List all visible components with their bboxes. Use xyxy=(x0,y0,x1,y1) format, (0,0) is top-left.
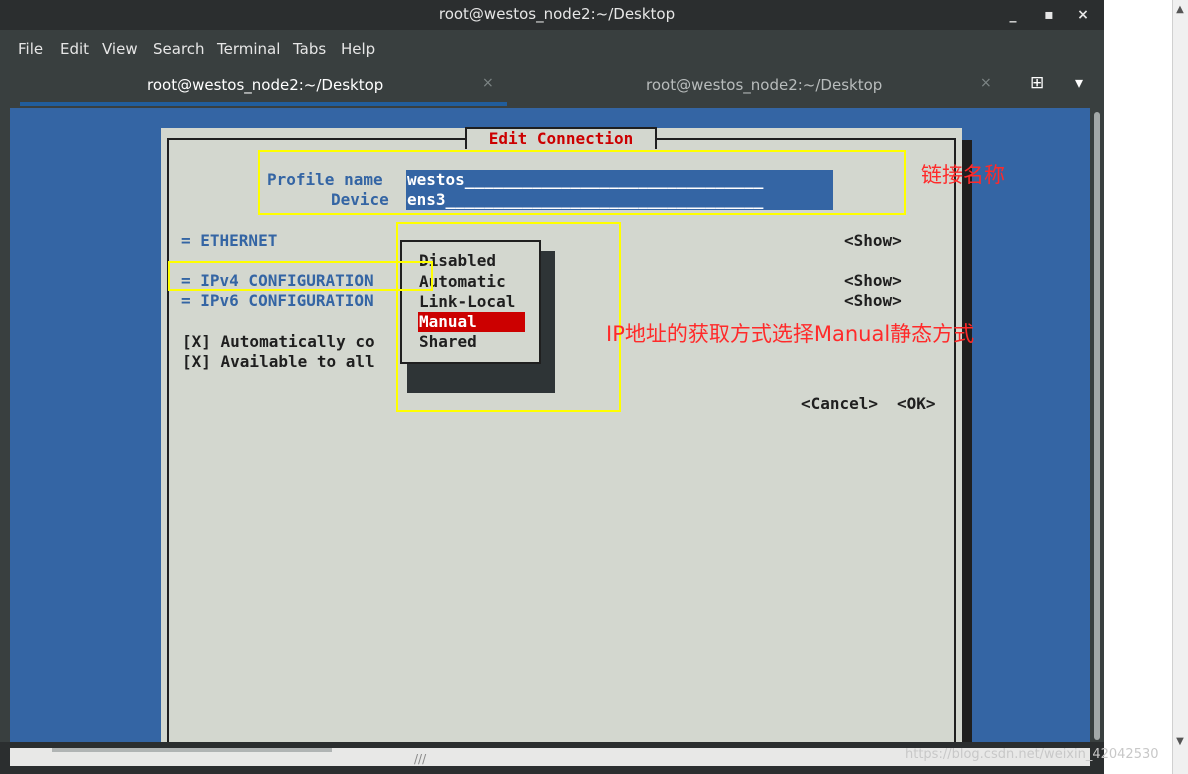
dialog-title: Edit Connection xyxy=(465,127,657,149)
menu-tabs[interactable]: Tabs xyxy=(293,40,326,58)
tab-close-icon[interactable]: × xyxy=(980,75,992,91)
menu-edit[interactable]: Edit xyxy=(60,40,89,58)
menu-search[interactable]: Search xyxy=(153,40,205,58)
active-tab-indicator xyxy=(20,102,507,106)
menu-file[interactable]: File xyxy=(18,40,43,58)
popup-highlight-box xyxy=(396,222,621,412)
cancel-button[interactable]: <Cancel> xyxy=(801,394,878,414)
ipv6-show-button[interactable]: <Show> xyxy=(844,291,902,311)
tab-bar: root@westos_node2:~/Desktop × root@westo… xyxy=(0,62,1104,108)
tab-inactive[interactable]: root@westos_node2:~/Desktop × xyxy=(510,62,1000,108)
ipv6-section[interactable]: = IPv6 CONFIGURATION xyxy=(181,291,374,311)
page-scrollbar[interactable] xyxy=(1172,0,1188,774)
ipv4-highlight-box xyxy=(168,261,433,291)
auto-connect-checkbox[interactable]: [X] Automatically co xyxy=(182,332,375,352)
ok-button[interactable]: <OK> xyxy=(897,394,936,414)
ethernet-section[interactable]: = ETHERNET xyxy=(181,231,277,251)
method-annotation: IP地址的获取方式选择Manual静态方式 xyxy=(606,322,975,346)
ipv4-show-button[interactable]: <Show> xyxy=(844,271,902,291)
watermark: https://blog.csdn.net/weixin_42042530 xyxy=(905,747,1159,762)
dropdown-arrow-icon[interactable]: ▾ xyxy=(1075,73,1083,92)
menu-help[interactable]: Help xyxy=(341,40,375,58)
title-bar[interactable]: root@westos_node2:~/Desktop _ ▪ × xyxy=(0,0,1104,30)
ethernet-show-button[interactable]: <Show> xyxy=(844,231,902,251)
menu-terminal[interactable]: Terminal xyxy=(217,40,280,58)
scroll-down-icon[interactable]: ▼ xyxy=(1172,734,1188,750)
scrollbar-thumb[interactable] xyxy=(1094,112,1100,740)
maximize-button[interactable]: ▪ xyxy=(1038,4,1060,26)
window-title: root@westos_node2:~/Desktop xyxy=(438,5,676,23)
horizontal-scrollbar-thumb[interactable] xyxy=(52,748,332,752)
new-tab-icon[interactable]: ⊞ xyxy=(1030,73,1044,93)
tab-label: root@westos_node2:~/Desktop xyxy=(147,76,384,94)
dialog-shadow xyxy=(962,140,972,742)
close-button[interactable]: × xyxy=(1072,4,1094,26)
profile-annotation: 链接名称 xyxy=(921,163,1005,187)
menu-view[interactable]: View xyxy=(102,40,138,58)
resize-grip-icon: /// xyxy=(414,752,427,766)
available-all-users-checkbox[interactable]: [X] Available to all xyxy=(182,352,375,372)
menu-bar: File Edit View Search Terminal Tabs Help xyxy=(0,34,1104,62)
tab-label: root@westos_node2:~/Desktop xyxy=(646,76,883,94)
profile-highlight-box xyxy=(258,150,906,215)
minimize-button[interactable]: _ xyxy=(1002,4,1024,26)
scroll-up-icon[interactable]: ▲ xyxy=(1172,2,1188,18)
tab-close-icon[interactable]: × xyxy=(482,75,494,91)
